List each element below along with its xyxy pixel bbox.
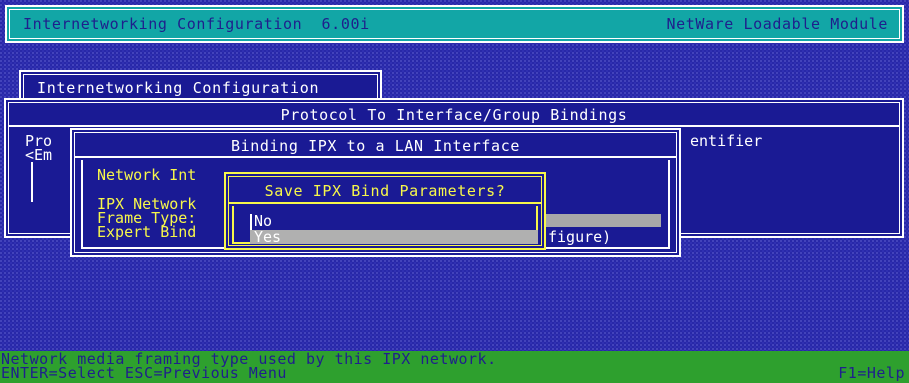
frame-type-field[interactable] bbox=[545, 214, 661, 227]
app-title: Internetworking Configuration 6.00i bbox=[23, 15, 370, 33]
expert-bind-value[interactable]: figure) bbox=[548, 229, 611, 246]
selected-option-highlight bbox=[250, 230, 538, 244]
module-type-label: NetWare Loadable Module bbox=[666, 15, 888, 33]
column-header-identifier: entifier bbox=[690, 132, 763, 150]
header-bar: Internetworking Configuration 6.00i NetW… bbox=[5, 5, 904, 43]
list-item-empty[interactable]: <Em bbox=[25, 147, 52, 164]
footer-status-bar: Network media framing type used by this … bbox=[0, 351, 909, 383]
binding-dialog-title-bar: Binding IPX to a LAN Interface bbox=[75, 133, 676, 158]
main-menu-title: Internetworking Configuration bbox=[37, 79, 320, 97]
save-dialog-title-bar: Save IPX Bind Parameters? bbox=[229, 177, 541, 204]
bindings-title-bar: Protocol To Interface/Group Bindings bbox=[9, 103, 899, 127]
key-hints: ENTER=Select ESC=Previous Menu bbox=[1, 364, 287, 382]
network-interface-label: Network Int bbox=[97, 166, 197, 184]
bindings-title: Protocol To Interface/Group Bindings bbox=[280, 106, 628, 124]
option-yes[interactable]: Yes bbox=[254, 229, 281, 246]
help-key-hint[interactable]: F1=Help bbox=[838, 365, 905, 382]
save-ipx-bind-dialog: Save IPX Bind Parameters? No Yes bbox=[224, 172, 546, 250]
binding-dialog-title: Binding IPX to a LAN Interface bbox=[231, 137, 520, 155]
save-dialog-title: Save IPX Bind Parameters? bbox=[264, 182, 506, 200]
expert-bind-label: Expert Bind bbox=[97, 223, 197, 241]
list-border bbox=[31, 162, 33, 202]
